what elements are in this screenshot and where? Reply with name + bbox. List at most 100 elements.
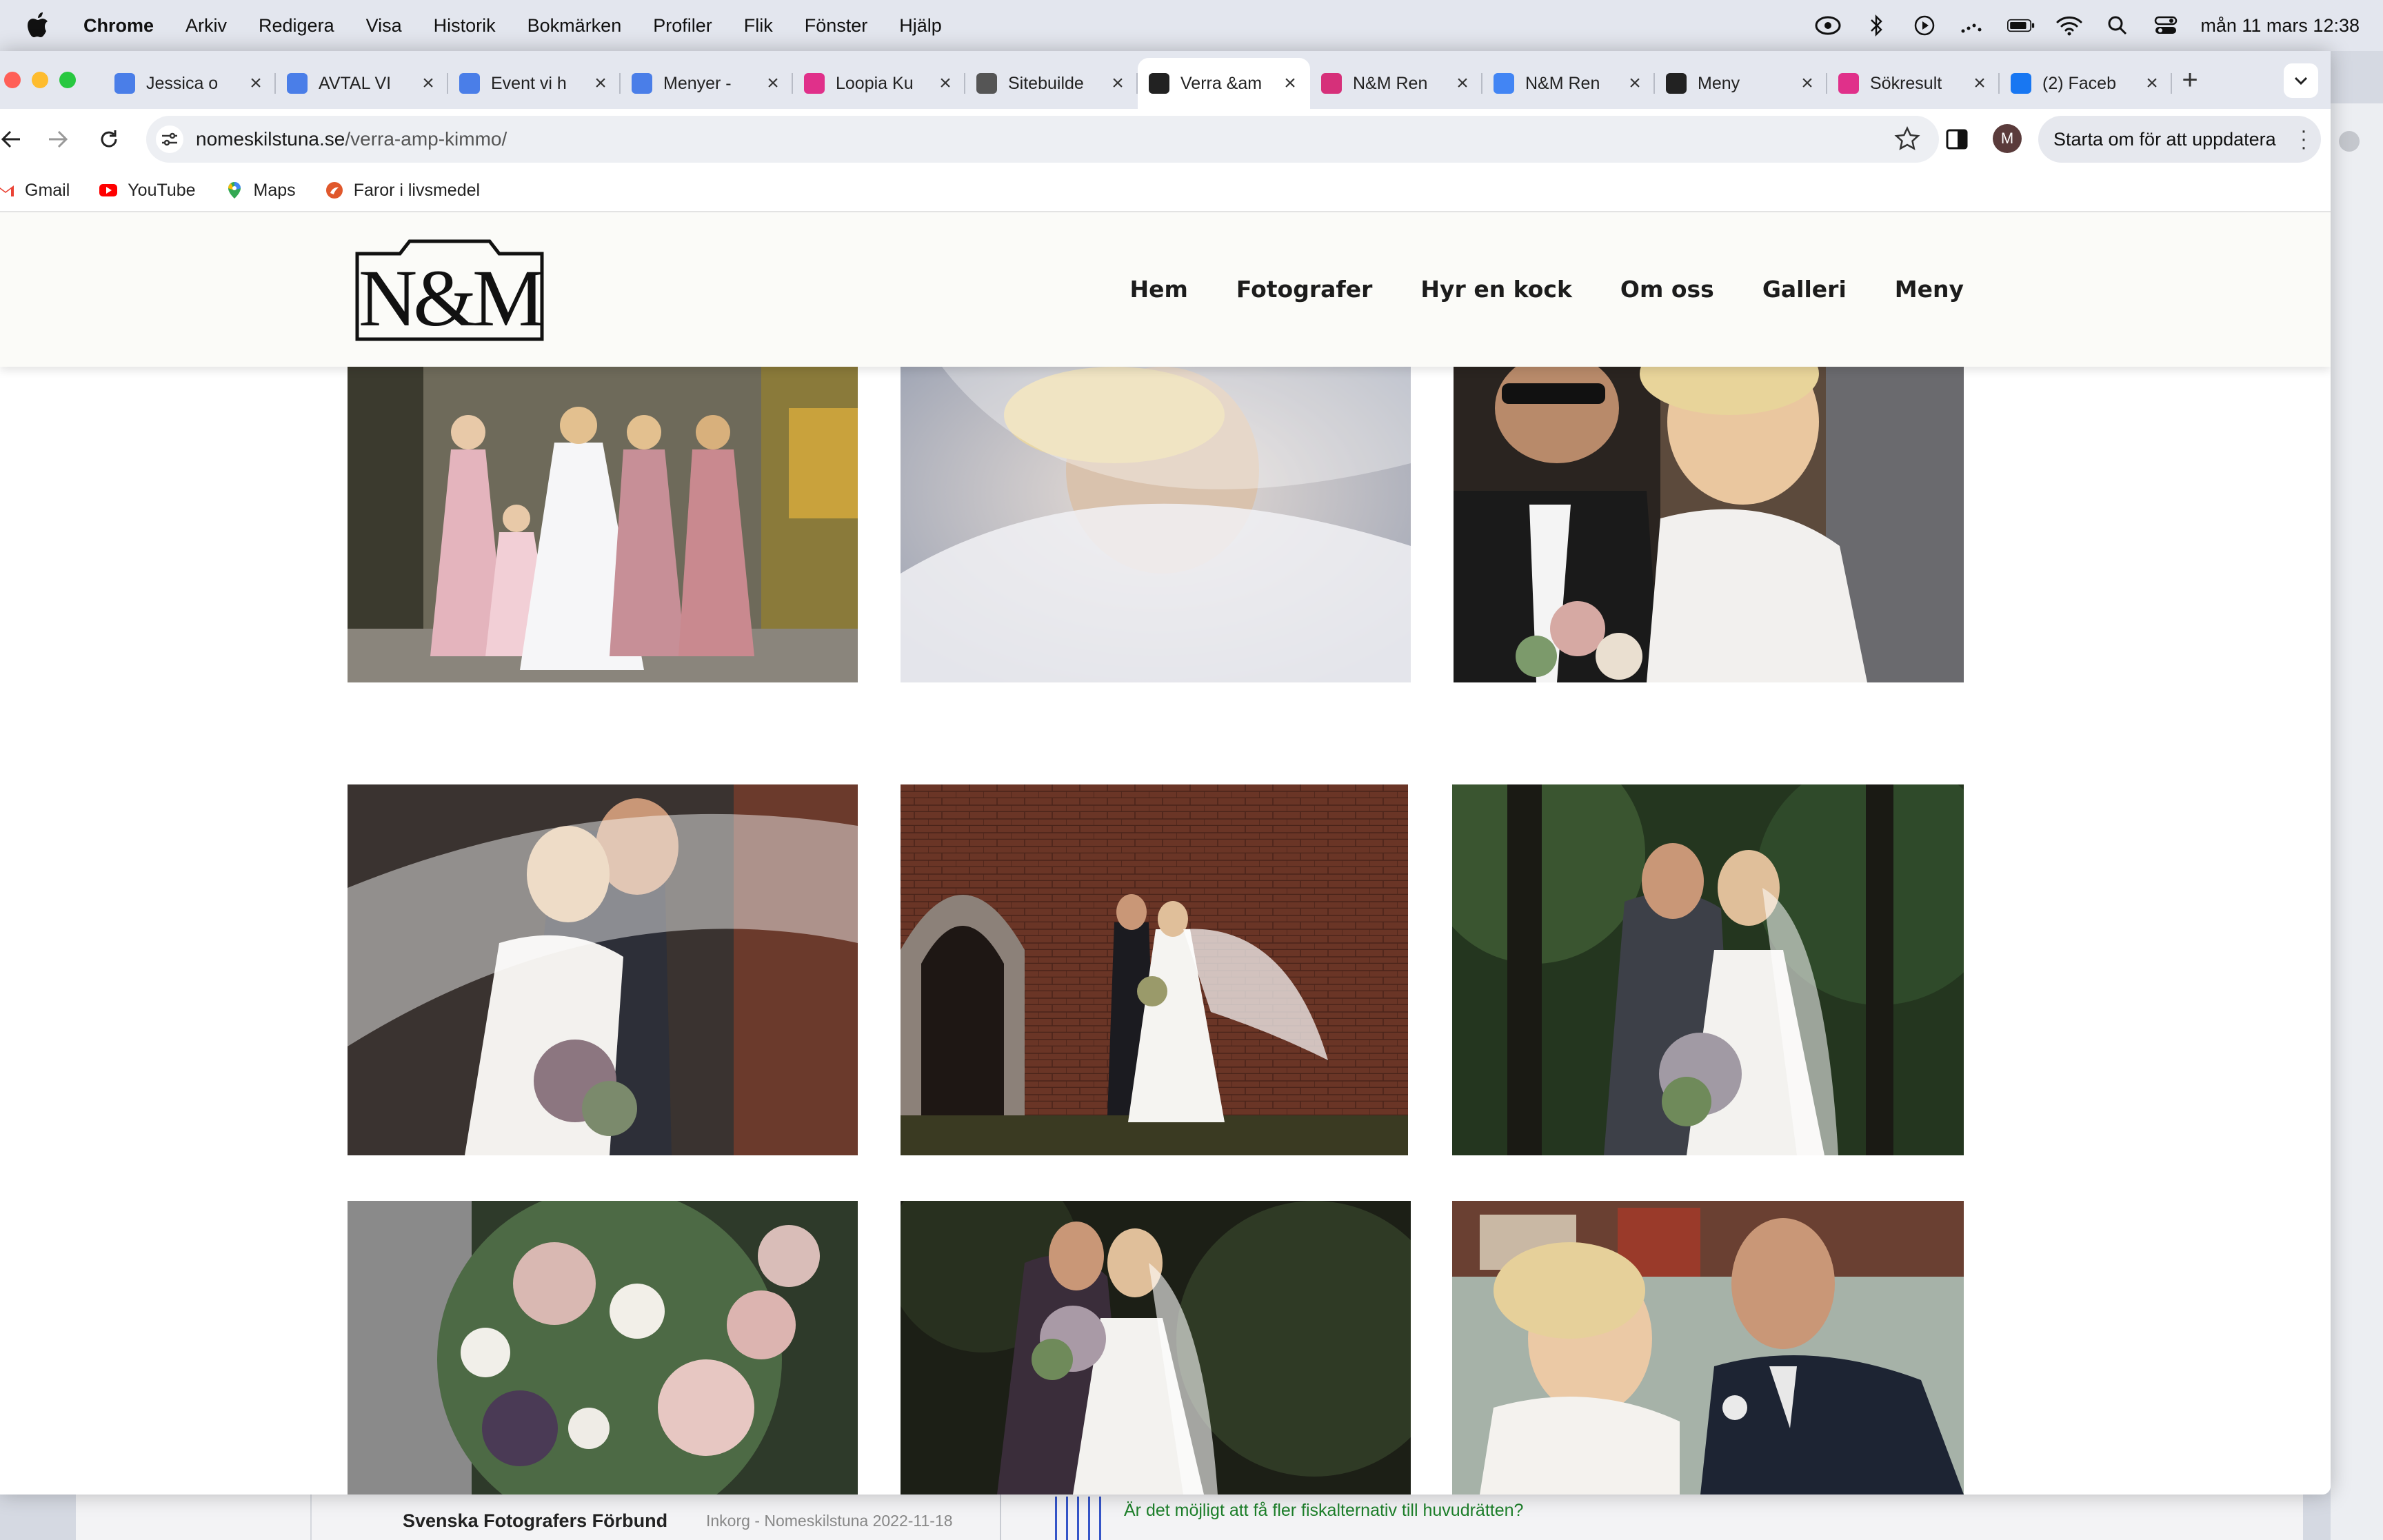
menu-fonster[interactable]: Fönster [805, 15, 868, 37]
back-button[interactable] [0, 123, 28, 156]
forest-kiss-photo[interactable] [901, 1201, 1411, 1495]
nav-hyr-en-kock[interactable]: Hyr en kock [1420, 276, 1572, 303]
park-kiss-photo[interactable] [1452, 784, 1964, 1155]
menu-app-name[interactable]: Chrome [83, 15, 154, 37]
spotlight-search-icon[interactable] [2104, 12, 2131, 39]
menu-historik[interactable]: Historik [434, 15, 496, 37]
nav-hem[interactable]: Hem [1130, 276, 1188, 303]
bookmark-star-icon[interactable] [1893, 125, 1921, 153]
tab-close-icon[interactable]: × [1281, 72, 1299, 95]
menubar-clock[interactable]: mån 11 mars 12:38 [2200, 15, 2360, 37]
browser-tab[interactable]: Sitebuilde × [965, 58, 1138, 109]
bridesmaids-photo[interactable] [348, 367, 858, 682]
browser-tab[interactable]: AVTAL VI × [276, 58, 448, 109]
bookmark-maps[interactable]: Maps [225, 181, 296, 201]
profile-avatar[interactable]: M [1993, 124, 2022, 153]
close-window-button[interactable] [4, 72, 21, 88]
browser-tab[interactable]: Meny × [1655, 58, 1827, 109]
control-center-icon[interactable] [2152, 12, 2180, 39]
url-path: /verra-amp-kimmo/ [345, 128, 507, 150]
browser-tab[interactable]: Menyer - × [621, 58, 793, 109]
tabs: Jessica o × AVTAL VI × Event vi h × Menyer - × L… [103, 58, 2172, 109]
tab-separator [2171, 73, 2172, 94]
zoom-window-button[interactable] [59, 72, 76, 88]
tab-close-icon[interactable]: × [2143, 72, 2161, 95]
bookmark-faror[interactable]: Faror i livsmedel [325, 181, 480, 201]
docs-icon [287, 73, 308, 94]
browser-tab[interactable]: N&M Ren × [1310, 58, 1482, 109]
menu-redigera[interactable]: Redigera [259, 15, 334, 37]
church-wall-photo[interactable] [901, 784, 1408, 1155]
address-bar[interactable]: nomeskilstuna.se/verra-amp-kimmo/ [146, 116, 1939, 163]
tab-title: N&M Ren [1353, 73, 1428, 93]
site-info-icon[interactable] [156, 125, 183, 153]
tab-close-icon[interactable]: × [1109, 72, 1127, 95]
chrome-window: Jessica o × AVTAL VI × Event vi h × Menyer - × L… [0, 51, 2331, 1495]
tab-close-icon[interactable]: × [1454, 72, 1471, 95]
url-text[interactable]: nomeskilstuna.se/verra-amp-kimmo/ [196, 128, 507, 150]
wifi-icon[interactable] [2055, 12, 2083, 39]
side-panel-icon[interactable] [1943, 125, 1971, 153]
divider [1000, 1490, 1001, 1540]
bookmark-gmail[interactable]: Gmail [0, 181, 70, 201]
veil-kiss-photo[interactable] [348, 784, 858, 1155]
browser-tab[interactable]: Verra &am × [1138, 58, 1310, 109]
nav-galleri[interactable]: Galleri [1762, 276, 1847, 303]
browser-tab[interactable]: (2) Faceb × [2000, 58, 2172, 109]
docs-icon [459, 73, 480, 94]
apple-logo-icon[interactable] [26, 12, 50, 39]
instagram-icon [1321, 73, 1342, 94]
browser-tab[interactable]: N&M Ren × [1482, 58, 1655, 109]
tab-close-icon[interactable]: × [764, 72, 782, 95]
river-couple-photo[interactable] [1452, 1201, 1964, 1495]
tab-close-icon[interactable]: × [1798, 72, 1816, 95]
chevron-down-icon [2294, 77, 2308, 85]
tab-close-icon[interactable]: × [592, 72, 610, 95]
nav-om-oss[interactable]: Om oss [1620, 276, 1714, 303]
menu-flik[interactable]: Flik [744, 15, 773, 37]
tab-close-icon[interactable]: × [247, 72, 265, 95]
nm-camera-logo[interactable]: N&M [352, 239, 547, 343]
tab-title: N&M Ren [1525, 73, 1600, 93]
arrow-left-icon [1, 130, 20, 148]
site-header: N&M Hem Fotografer Hyr en kock Om oss Ga… [0, 212, 2331, 367]
menu-arkiv[interactable]: Arkiv [185, 15, 227, 37]
new-tab-button[interactable]: + [2175, 65, 2205, 96]
bluetooth-icon[interactable] [1862, 12, 1890, 39]
docs-icon [114, 73, 135, 94]
activity-icon[interactable] [1959, 12, 1987, 39]
battery-icon[interactable] [2007, 12, 2035, 39]
nav-fotografer[interactable]: Fotografer [1236, 276, 1373, 303]
forward-button[interactable] [41, 123, 74, 156]
tab-title: Verra &am [1180, 73, 1263, 93]
veil-closeup-photo[interactable] [901, 367, 1411, 682]
browser-tab[interactable]: Sökresult × [1827, 58, 2000, 109]
tab-close-icon[interactable]: × [1971, 72, 1989, 95]
play-circle-icon[interactable] [1911, 12, 1938, 39]
bouquet-photo[interactable] [348, 1201, 858, 1495]
mail-snippet: Är det möjligt att få fler fiskalternati… [1124, 1501, 1524, 1520]
menu-profiler[interactable]: Profiler [653, 15, 712, 37]
tab-title: Sitebuilde [1008, 73, 1084, 93]
couple-laughing-photo[interactable] [1454, 367, 1964, 682]
reload-button[interactable] [92, 123, 125, 156]
tab-close-icon[interactable]: × [1626, 72, 1644, 95]
browser-tab[interactable]: Event vi h × [448, 58, 621, 109]
tab-close-icon[interactable]: × [936, 72, 954, 95]
more-menu-icon[interactable]: · · · [2300, 121, 2307, 158]
update-button[interactable]: Starta om för att uppdatera · · · [2038, 116, 2321, 163]
tab-title: Loopia Ku [836, 73, 914, 93]
bookmark-youtube[interactable]: YouTube [99, 181, 196, 201]
tab-strip: Jessica o × AVTAL VI × Event vi h × Menyer - × L… [0, 51, 2331, 109]
minimize-window-button[interactable] [32, 72, 48, 88]
menu-hjalp[interactable]: Hjälp [899, 15, 942, 37]
browser-tab[interactable]: Jessica o × [103, 58, 276, 109]
nav-meny[interactable]: Meny [1895, 276, 1964, 303]
tab-search-button[interactable] [2284, 63, 2318, 98]
menu-visa[interactable]: Visa [366, 15, 402, 37]
browser-tab[interactable]: Loopia Ku × [793, 58, 965, 109]
background-window [2331, 103, 2383, 1540]
menu-bokmarken[interactable]: Bokmärken [527, 15, 622, 37]
creative-cloud-icon[interactable] [1814, 12, 1842, 39]
tab-close-icon[interactable]: × [419, 72, 437, 95]
